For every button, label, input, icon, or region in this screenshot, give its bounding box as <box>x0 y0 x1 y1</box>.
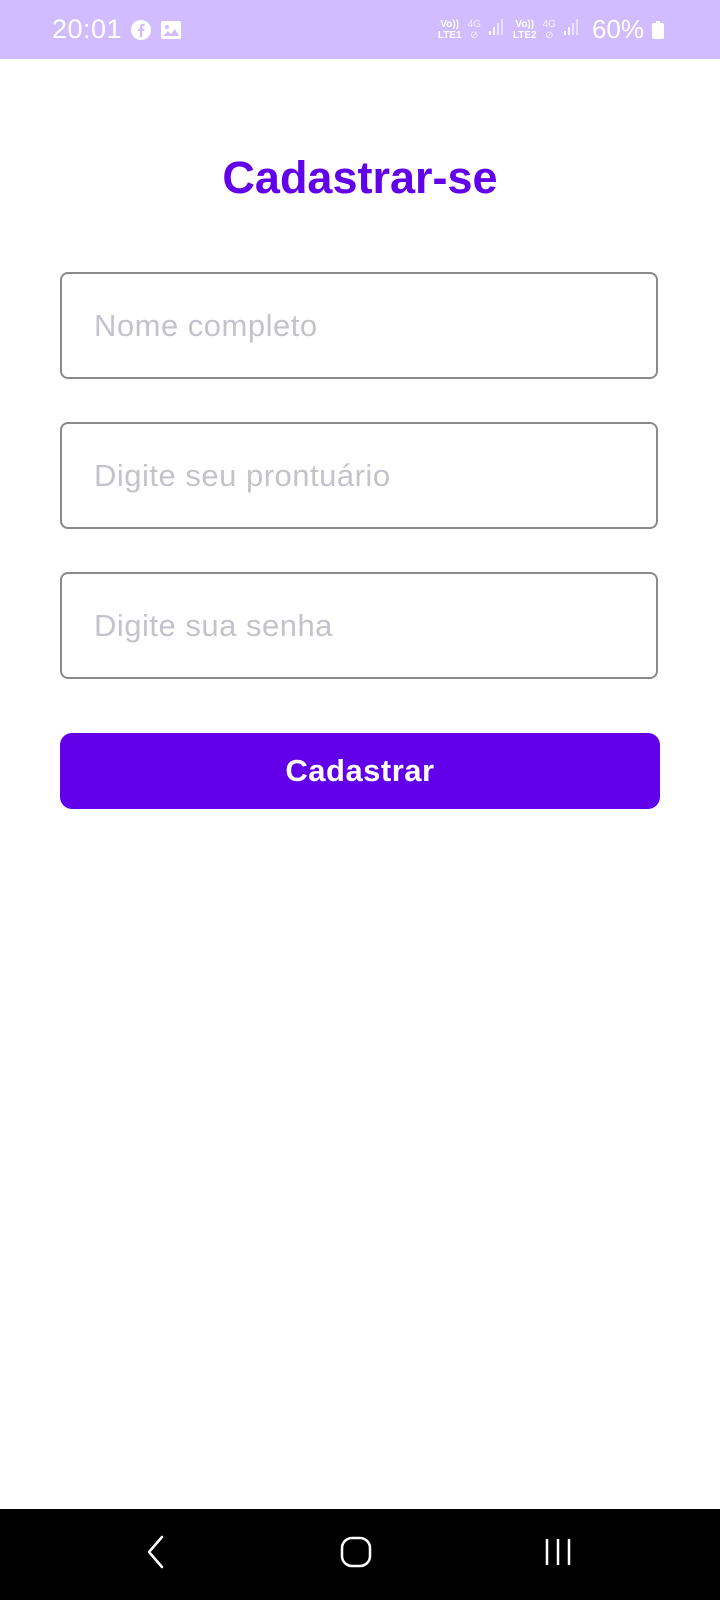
signal-icon <box>562 17 582 42</box>
record-number-field[interactable] <box>60 422 658 529</box>
facebook-icon <box>130 19 152 41</box>
password-field[interactable] <box>60 572 658 679</box>
status-right: Vo)) LTE1 4G ⊘ Vo)) LTE2 4G ⊘ 60% <box>438 0 664 59</box>
back-button[interactable] <box>126 1529 186 1579</box>
home-icon <box>339 1535 373 1574</box>
sim2-blocked-icon: ⊘ <box>545 29 554 41</box>
page-title: Cadastrar-se <box>222 152 498 203</box>
full-name-input[interactable] <box>92 306 656 345</box>
sim2-indicator: Vo)) LTE2 <box>513 19 537 41</box>
sim2-net-indicator: 4G ⊘ <box>543 19 556 41</box>
record-number-input[interactable] <box>92 456 656 495</box>
back-icon <box>144 1534 168 1575</box>
sim1-net-indicator: 4G ⊘ <box>468 19 481 41</box>
sim1-net-label: 4G <box>467 18 481 30</box>
status-bar: 20:01 Vo)) LTE1 4G ⊘ Vo)) LTE2 4G ⊘ 60% <box>0 0 720 59</box>
sim2-top-label: Vo)) <box>515 18 535 30</box>
signal-icon <box>487 17 507 42</box>
gallery-icon <box>160 19 182 41</box>
sim2-bottom-label: LTE2 <box>512 29 537 41</box>
status-left: 20:01 <box>52 0 182 59</box>
sim1-bottom-label: LTE1 <box>437 29 462 41</box>
sim1-top-label: Vo)) <box>440 18 460 30</box>
home-button[interactable] <box>326 1529 386 1579</box>
recents-icon <box>542 1536 574 1573</box>
sim1-blocked-icon: ⊘ <box>470 29 479 41</box>
password-input[interactable] <box>92 606 656 645</box>
register-button[interactable]: Cadastrar <box>60 733 660 809</box>
recents-button[interactable] <box>528 1529 588 1579</box>
full-name-field[interactable] <box>60 272 658 379</box>
sim2-net-label: 4G <box>542 18 556 30</box>
status-time: 20:01 <box>52 14 123 44</box>
sim1-indicator: Vo)) LTE1 <box>438 19 462 41</box>
navigation-bar <box>0 1509 720 1600</box>
battery-level: 60% <box>591 14 644 44</box>
battery-icon <box>652 20 664 39</box>
